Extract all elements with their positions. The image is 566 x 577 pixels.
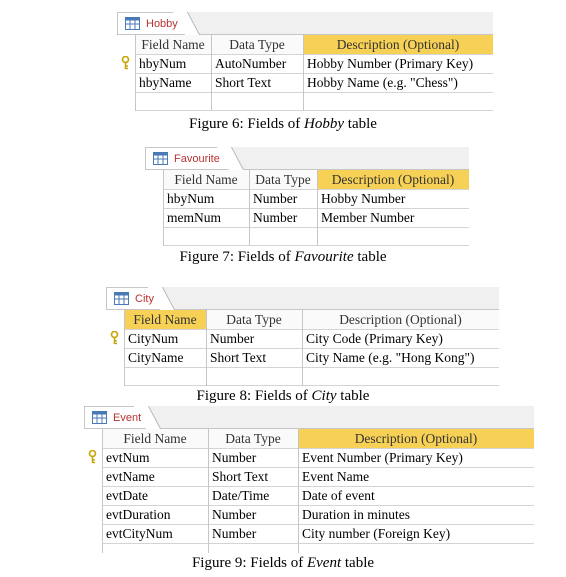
- data-type-header[interactable]: Data Type: [211, 35, 303, 54]
- description-cell[interactable]: Duration in minutes: [298, 505, 534, 524]
- data-type-cell[interactable]: Number: [208, 524, 298, 543]
- description-header[interactable]: Description (Optional): [298, 429, 534, 448]
- tab-city[interactable]: City: [106, 287, 160, 309]
- table-row[interactable]: evtName Short Text Event Name: [84, 467, 534, 486]
- table-icon: [125, 17, 140, 30]
- table-icon: [153, 152, 168, 165]
- figure-caption: Figure 6: Fields of Hobby table: [189, 116, 377, 132]
- description-cell[interactable]: Hobby Name (e.g. "Chess"): [303, 73, 493, 92]
- description-header[interactable]: Description (Optional): [302, 310, 499, 329]
- description-cell[interactable]: City Code (Primary Key): [302, 329, 499, 348]
- field-name-cell[interactable]: evtDate: [102, 486, 208, 505]
- description-cell[interactable]: City number (Foreign Key): [298, 524, 534, 543]
- data-type-cell[interactable]: Number: [208, 505, 298, 524]
- field-grid: Field Name Data Type Description (Option…: [84, 429, 534, 553]
- tab-bar: City: [106, 287, 499, 310]
- tab-bar: Hobby: [117, 12, 493, 35]
- figure-caption: Figure 9: Fields of Event table: [191, 555, 375, 571]
- description-cell[interactable]: Hobby Number (Primary Key): [303, 54, 493, 73]
- table-row[interactable]: evtDate Date/Time Date of event: [84, 486, 534, 505]
- field-name-cell[interactable]: evtName: [102, 467, 208, 486]
- data-type-cell[interactable]: Number: [249, 189, 317, 208]
- table-row[interactable]: hbyNum AutoNumber Hobby Number (Primary …: [117, 54, 493, 73]
- new-record-row[interactable]: [145, 227, 469, 246]
- data-type-cell[interactable]: AutoNumber: [211, 54, 303, 73]
- description-cell[interactable]: Date of event: [298, 486, 534, 505]
- field-name-cell[interactable]: hbyNum: [135, 54, 211, 73]
- field-name-header[interactable]: Field Name: [163, 170, 249, 189]
- favourite-table-design: Favourite Field Name Data Type Descripti…: [145, 147, 469, 246]
- description-cell[interactable]: Member Number: [317, 208, 469, 227]
- table-row[interactable]: evtNum Number Event Number (Primary Key): [84, 448, 534, 467]
- field-grid: Field Name Data Type Description (Option…: [145, 170, 469, 246]
- data-type-header[interactable]: Data Type: [206, 310, 302, 329]
- hobby-table-design: Hobby Field Name Data Type Description (…: [117, 12, 493, 111]
- field-name-cell[interactable]: hbyNum: [163, 189, 249, 208]
- figure-caption: Figure 7: Fields of Favourite table: [179, 249, 387, 265]
- data-type-cell[interactable]: Number: [208, 448, 298, 467]
- primary-key-icon: [121, 56, 130, 70]
- field-name-cell[interactable]: memNum: [163, 208, 249, 227]
- table-icon: [92, 411, 107, 424]
- description-cell[interactable]: Event Name: [298, 467, 534, 486]
- field-grid: Field Name Data Type Description (Option…: [106, 310, 499, 386]
- tab-hobby[interactable]: Hobby: [117, 12, 185, 34]
- primary-key-icon: [88, 450, 97, 464]
- description-header[interactable]: Description (Optional): [303, 35, 493, 54]
- field-grid: Field Name Data Type Description (Option…: [117, 35, 493, 111]
- field-name-cell[interactable]: CityNum: [124, 329, 206, 348]
- data-type-header[interactable]: Data Type: [208, 429, 298, 448]
- field-name-header[interactable]: Field Name: [135, 35, 211, 54]
- table-row[interactable]: hbyNum Number Hobby Number: [145, 189, 469, 208]
- tab-favourite[interactable]: Favourite: [145, 147, 229, 169]
- field-name-cell[interactable]: hbyName: [135, 73, 211, 92]
- field-name-cell[interactable]: evtCityNum: [102, 524, 208, 543]
- field-name-cell[interactable]: evtNum: [102, 448, 208, 467]
- field-name-header[interactable]: Field Name: [102, 429, 208, 448]
- field-name-cell[interactable]: evtDuration: [102, 505, 208, 524]
- field-name-header[interactable]: Field Name: [124, 310, 206, 329]
- tab-bar: Favourite: [145, 147, 469, 170]
- grid-header-row: Field Name Data Type Description (Option…: [84, 429, 534, 448]
- table-row[interactable]: evtDuration Number Duration in minutes: [84, 505, 534, 524]
- description-header[interactable]: Description (Optional): [317, 170, 469, 189]
- event-table-design: Event Field Name Data Type Description (…: [84, 406, 534, 553]
- data-type-cell[interactable]: Short Text: [206, 348, 302, 367]
- grid-header-row: Field Name Data Type Description (Option…: [145, 170, 469, 189]
- table-row[interactable]: hbyName Short Text Hobby Name (e.g. "Che…: [117, 73, 493, 92]
- table-icon: [114, 292, 129, 305]
- data-type-header[interactable]: Data Type: [249, 170, 317, 189]
- data-type-cell[interactable]: Short Text: [208, 467, 298, 486]
- description-cell[interactable]: City Name (e.g. "Hong Kong"): [302, 348, 499, 367]
- description-cell[interactable]: Event Number (Primary Key): [298, 448, 534, 467]
- data-type-cell[interactable]: Date/Time: [208, 486, 298, 505]
- data-type-cell[interactable]: Number: [249, 208, 317, 227]
- table-row[interactable]: memNum Number Member Number: [145, 208, 469, 227]
- table-row[interactable]: evtCityNum Number City number (Foreign K…: [84, 524, 534, 543]
- tab-bar: Event: [84, 406, 534, 429]
- description-cell[interactable]: Hobby Number: [317, 189, 469, 208]
- city-table-design: City Field Name Data Type Description (O…: [106, 287, 499, 386]
- figure-caption: Figure 8: Fields of City table: [196, 388, 370, 404]
- field-name-cell[interactable]: CityName: [124, 348, 206, 367]
- tab-event[interactable]: Event: [84, 406, 146, 428]
- data-type-cell[interactable]: Short Text: [211, 73, 303, 92]
- data-type-cell[interactable]: Number: [206, 329, 302, 348]
- grid-header-row: Field Name Data Type Description (Option…: [117, 35, 493, 54]
- new-record-row[interactable]: [117, 92, 493, 111]
- primary-key-icon: [110, 331, 119, 345]
- new-record-row[interactable]: [84, 543, 534, 553]
